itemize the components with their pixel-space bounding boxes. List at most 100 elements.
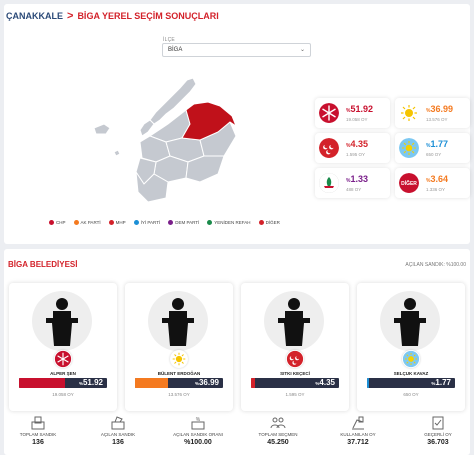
legend-dot bbox=[49, 220, 54, 225]
podium-speaker-icon bbox=[46, 298, 78, 346]
legend-dot bbox=[133, 220, 139, 225]
party-result-yeniden-refah[interactable]: %1.33 488 OY bbox=[315, 168, 390, 198]
mhp-logo-icon bbox=[286, 350, 304, 368]
party-percent: %1.33 bbox=[346, 174, 368, 184]
chevron-right-icon: > bbox=[67, 10, 74, 22]
mhp-logo-icon bbox=[319, 138, 339, 158]
stat-valid-votes: GEÇERLİ OY 36.703 bbox=[403, 416, 473, 446]
legend-item-ak-parti: AK PARTİ bbox=[73, 220, 101, 225]
stat-label: KULLANILAN OY bbox=[340, 432, 376, 437]
legend-label: MHP bbox=[115, 220, 126, 225]
legend-label: DEM PARTİ bbox=[175, 220, 200, 225]
district-eceabat[interactable] bbox=[139, 119, 155, 137]
district-bozcaada[interactable] bbox=[113, 149, 121, 157]
party-votes: 1.595 OY bbox=[346, 152, 366, 157]
breadcrumb: ÇANAKKALE > BİGA YEREL SEÇİM SONUÇLARI bbox=[6, 10, 219, 22]
stat-total-voters: TOPLAM SEÇMEN 45.250 bbox=[243, 416, 313, 446]
party-votes: 13.576 OY bbox=[426, 117, 448, 122]
party-percent: %4.35 bbox=[346, 139, 368, 149]
svg-text:DİĞER: DİĞER bbox=[401, 179, 417, 187]
party-percent: %51.92 bbox=[346, 104, 373, 114]
chp-logo-icon bbox=[319, 103, 339, 123]
stat-value: 45.250 bbox=[267, 439, 289, 446]
candidate-votes: 13.576 OY bbox=[168, 392, 190, 397]
candidate-percent: %51.92 bbox=[78, 378, 103, 387]
valid-vote-icon bbox=[432, 416, 444, 430]
district-gokceada[interactable] bbox=[93, 123, 111, 135]
party-result-chp[interactable]: %51.92 19.058 OY bbox=[315, 98, 390, 128]
district-select[interactable]: BİGA ⌄ bbox=[162, 43, 311, 57]
cast-vote-icon bbox=[352, 416, 364, 430]
yeniden-refah-logo-icon bbox=[319, 173, 339, 193]
candidate-votes: 650 OY bbox=[403, 392, 419, 397]
candidate-card[interactable]: ALPER ŞEN %51.92 19.058 OY bbox=[9, 283, 117, 411]
percentage-icon: % bbox=[191, 417, 205, 430]
voters-icon bbox=[270, 417, 286, 429]
candidate-name: SELÇUK KAVAZ bbox=[393, 371, 429, 376]
iyi-parti-logo-icon bbox=[402, 350, 420, 368]
stat-total-ballot-boxes: TOPLAM SANDIK 136 bbox=[3, 416, 73, 446]
stat-label: TOPLAM SEÇMEN bbox=[258, 432, 298, 437]
stat-label: GEÇERLİ OY bbox=[424, 432, 452, 437]
opened-ballot-status: AÇILAN SANDIK: %100.00 bbox=[405, 262, 466, 268]
stat-opened-ballot-boxes: AÇILAN SANDIK 136 bbox=[83, 416, 153, 446]
district-map bbox=[93, 77, 238, 203]
party-votes: 19.058 OY bbox=[346, 117, 368, 122]
party-result-mhp[interactable]: %4.35 1.595 OY bbox=[315, 133, 390, 163]
candidate-percent: %36.99 bbox=[194, 378, 219, 387]
legend-dot bbox=[207, 220, 213, 225]
ak-parti-logo-icon bbox=[399, 103, 419, 123]
legend-label: İYİ PARTİ bbox=[140, 220, 161, 225]
candidate-vote-bar: %4.35 bbox=[251, 378, 339, 388]
podium-speaker-icon bbox=[394, 298, 426, 346]
legend-dot bbox=[168, 220, 174, 225]
candidate-vote-bar: %1.77 bbox=[367, 378, 455, 388]
legend-item-diger: DİĞER bbox=[258, 220, 280, 225]
page-title: BİGA YEREL SEÇİM SONUÇLARI bbox=[77, 11, 219, 21]
candidate-vote-bar-fill bbox=[19, 378, 65, 388]
candidate-name: ALPER ŞEN bbox=[50, 371, 76, 376]
party-votes: 488 OY bbox=[346, 187, 362, 192]
legend-label: YENİDEN REFAH bbox=[214, 220, 251, 225]
candidate-card[interactable]: BÜLENT ERDOĞAN %36.99 13.576 OY bbox=[125, 283, 233, 411]
party-votes: 1.336 OY bbox=[426, 187, 446, 192]
candidate-card[interactable]: SITKI KEÇECİ %4.35 1.595 OY bbox=[241, 283, 349, 411]
podium-speaker-icon bbox=[278, 298, 310, 346]
diger-logo-icon: DİĞER bbox=[399, 173, 419, 193]
breadcrumb-parent-link[interactable]: ÇANAKKALE bbox=[6, 11, 63, 21]
candidate-card[interactable]: SELÇUK KAVAZ %1.77 650 OY bbox=[357, 283, 465, 411]
party-votes: 650 OY bbox=[426, 152, 442, 157]
candidate-percent: %1.77 bbox=[431, 378, 451, 387]
candidate-votes: 1.595 OY bbox=[285, 392, 305, 397]
legend-label: AK PARTİ bbox=[80, 220, 101, 225]
podium-speaker-icon bbox=[162, 298, 194, 346]
stat-value: %100.00 bbox=[184, 439, 212, 446]
candidate-votes: 19.058 OY bbox=[52, 392, 74, 397]
candidate-vote-bar-fill bbox=[251, 378, 255, 388]
legend-dot bbox=[108, 220, 114, 225]
stat-value: 37.712 bbox=[347, 439, 369, 446]
ballot-box-icon bbox=[31, 416, 45, 430]
legend-item-yeniden-refah: YENİDEN REFAH bbox=[207, 220, 251, 225]
svg-text:%: % bbox=[196, 417, 201, 423]
stat-value: 136 bbox=[32, 439, 44, 446]
party-legend: CHP AK PARTİ MHP İYİ PARTİ DEM PARTİ YEN… bbox=[49, 220, 280, 225]
party-percent: %1.77 bbox=[426, 139, 448, 149]
stat-opened-ratio: % AÇILAN SANDIK ORANI %100.00 bbox=[163, 416, 233, 446]
party-result-ak-parti[interactable]: %36.99 13.576 OY bbox=[395, 98, 470, 128]
ak-parti-logo-icon bbox=[170, 350, 188, 368]
legend-item-chp: CHP bbox=[49, 220, 66, 225]
chevron-down-icon: ⌄ bbox=[299, 47, 305, 53]
party-result-iyi-parti[interactable]: %1.77 650 OY bbox=[395, 133, 470, 163]
legend-label: DİĞER bbox=[265, 220, 280, 225]
party-percent: %3.64 bbox=[426, 174, 448, 184]
candidate-name: SITKI KEÇECİ bbox=[280, 371, 310, 376]
stat-value: 136 bbox=[112, 439, 124, 446]
stat-label: AÇILAN SANDIK bbox=[100, 432, 136, 437]
stat-label: TOPLAM SANDIK bbox=[19, 432, 57, 437]
stat-cast-votes: KULLANILAN OY 37.712 bbox=[323, 416, 393, 446]
party-result-diger[interactable]: DİĞER %3.64 1.336 OY bbox=[395, 168, 470, 198]
legend-item-dem-parti: DEM PARTİ bbox=[168, 220, 199, 225]
legend-item-mhp: MHP bbox=[108, 220, 126, 225]
candidate-name: BÜLENT ERDOĞAN bbox=[157, 371, 201, 376]
